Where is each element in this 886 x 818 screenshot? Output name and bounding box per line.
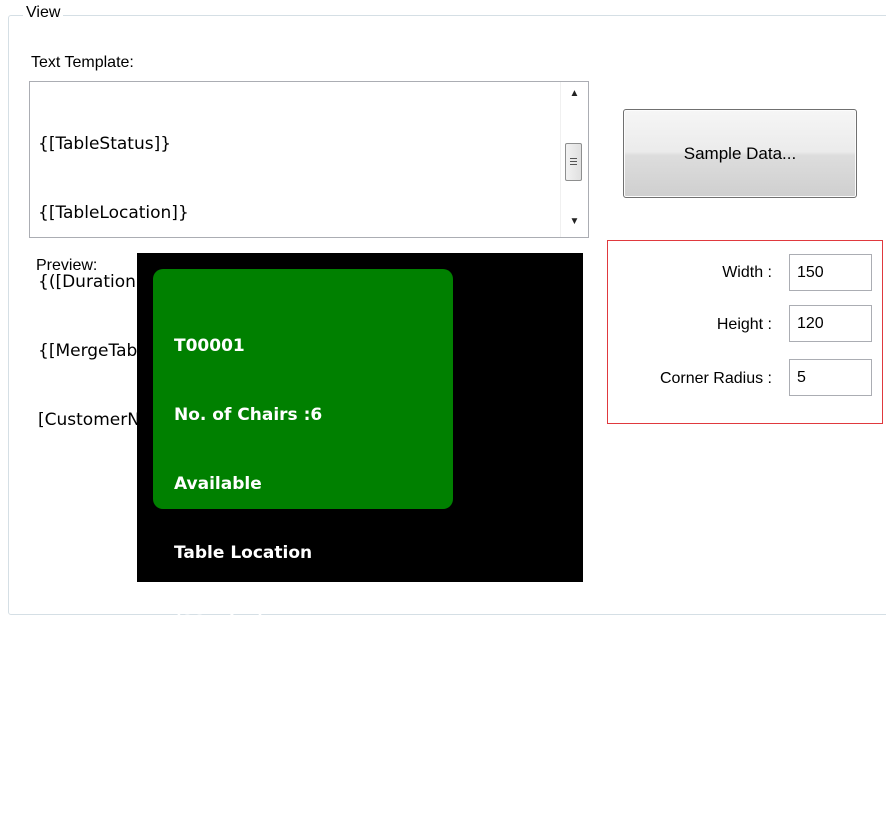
text-template-textarea[interactable]: {[TableStatus]} {[TableLocation]} {([Dur… xyxy=(29,81,589,430)
card-line: (90 mins) xyxy=(174,612,265,632)
card-line: No. of Chairs :6 xyxy=(174,405,323,425)
grip-line xyxy=(570,161,577,162)
height-label: Height : xyxy=(716,316,772,333)
preview-label: Preview: xyxy=(36,257,98,274)
table-card-preview: T00001 No. of Chairs :6 Available Table … xyxy=(153,269,453,770)
height-input[interactable] xyxy=(789,305,872,342)
corner-radius-label: Corner Radius : xyxy=(659,370,772,387)
group-title: View xyxy=(23,4,64,22)
card-line: Table Location xyxy=(174,543,313,563)
preview-canvas: T00001 No. of Chairs :6 Available Table … xyxy=(137,253,583,770)
card-line: Available xyxy=(174,474,262,494)
card-line: Customer Name xyxy=(174,750,327,770)
grip-line xyxy=(570,158,577,159)
corner-radius-input[interactable] xyxy=(789,359,872,396)
table-card-text: T00001 No. of Chairs :6 Available Table … xyxy=(174,289,347,818)
template-line: {[TableStatus]} xyxy=(38,134,172,154)
grip-line xyxy=(570,164,577,165)
card-line: T00001 xyxy=(174,336,245,356)
text-template-label: Text Template: xyxy=(31,54,134,71)
sample-data-button[interactable]: Sample Data... xyxy=(623,109,857,198)
template-line: {[TableLocation]} xyxy=(38,203,189,223)
width-label: Width : xyxy=(722,264,772,281)
width-input[interactable] xyxy=(789,254,872,291)
scrollbar-thumb[interactable] xyxy=(565,143,582,181)
card-line: Merge(Same KOT) xyxy=(174,681,348,701)
scroll-up-arrow-icon[interactable]: ▲ xyxy=(561,84,588,104)
vertical-scrollbar[interactable]: ▲ ▼ xyxy=(560,82,588,237)
scroll-down-arrow-icon[interactable]: ▼ xyxy=(561,212,588,232)
